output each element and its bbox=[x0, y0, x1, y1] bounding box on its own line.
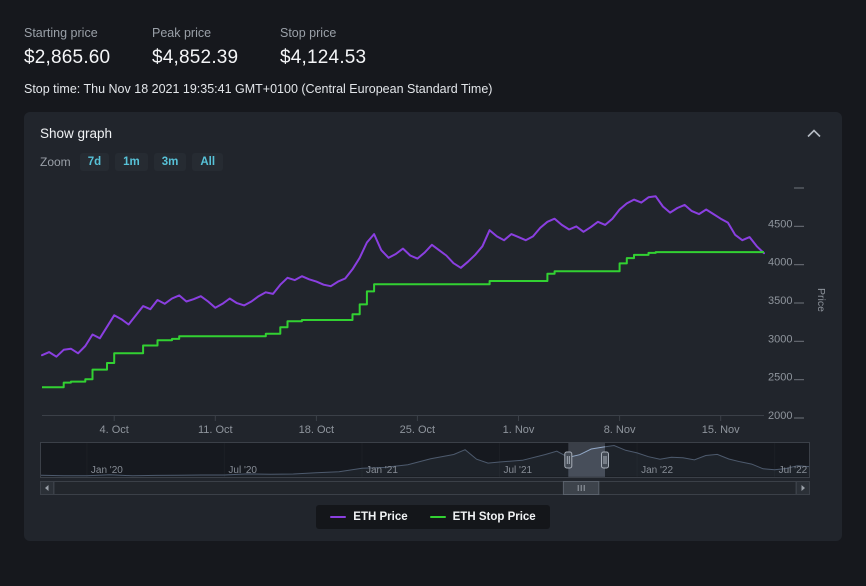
x-axis-label: 25. Oct bbox=[400, 424, 435, 436]
y-axis-label: 3000 bbox=[768, 333, 792, 345]
chart-legend: ETH Price ETH Stop Price bbox=[316, 505, 549, 529]
navigator-axis-label: Jul '22 bbox=[779, 465, 808, 476]
legend-swatch-eth-stop-price bbox=[430, 516, 446, 519]
legend-item-eth-stop-price[interactable]: ETH Stop Price bbox=[430, 511, 536, 523]
scrollbar-thumb[interactable] bbox=[563, 482, 598, 495]
zoom-label: Zoom bbox=[40, 155, 71, 169]
navigator-handle-left[interactable] bbox=[565, 452, 572, 468]
y-axis-label: 4000 bbox=[768, 257, 792, 269]
collapse-panel-button[interactable] bbox=[802, 127, 826, 140]
x-axis-label: 4. Oct bbox=[100, 424, 129, 436]
stop-time-text: Stop time: Thu Nov 18 2021 19:35:41 GMT+… bbox=[24, 82, 842, 96]
legend-row: ETH Price ETH Stop Price bbox=[40, 505, 826, 529]
stat-value: $4,124.53 bbox=[280, 47, 376, 69]
y-axis-label: 3500 bbox=[768, 295, 792, 307]
x-axis-label: 15. Nov bbox=[702, 424, 740, 436]
stat-starting-price: Starting price $2,865.60 bbox=[24, 26, 120, 69]
y-axis-label: 4500 bbox=[768, 218, 792, 230]
y-axis: 2000 2500 3000 3500 4000 4500 bbox=[768, 188, 804, 422]
main-chart: 2000 2500 3000 3500 4000 4500 Price 4. Oct 11. O… bbox=[40, 179, 826, 437]
x-axis-label: 11. Oct bbox=[198, 424, 233, 436]
legend-swatch-eth-price bbox=[330, 516, 346, 519]
range-selector: Zoom 7d 1m 3m All bbox=[40, 153, 826, 171]
scrollbar-right-arrow[interactable] bbox=[797, 482, 810, 495]
navigator-selection[interactable] bbox=[568, 443, 605, 477]
y-axis-title: Price bbox=[815, 288, 826, 312]
legend-item-eth-price[interactable]: ETH Price bbox=[330, 511, 407, 523]
stat-value: $2,865.60 bbox=[24, 47, 120, 69]
navigator[interactable]: Jan '20 Jul '20 Jan '21 Jul '21 Jan '22 Jul '… bbox=[40, 442, 810, 478]
chevron-up-icon bbox=[808, 131, 820, 137]
navigator-axis-label: Jul '20 bbox=[228, 465, 257, 476]
x-axis-label: 18. Oct bbox=[299, 424, 334, 436]
navigator-axis-label: Jan '21 bbox=[366, 465, 398, 476]
navigator-axis-label: Jan '22 bbox=[641, 465, 673, 476]
graph-panel: Show graph Zoom 7d 1m 3m All 2000 2500 300… bbox=[24, 112, 842, 541]
zoom-button-1m[interactable]: 1m bbox=[115, 153, 148, 171]
stat-label: Peak price bbox=[152, 26, 248, 40]
panel-title: Show graph bbox=[40, 126, 112, 141]
x-axis: 4. Oct 11. Oct 18. Oct 25. Oct 1. Nov 8. Nov 1… bbox=[42, 416, 764, 437]
stats-row: Starting price $2,865.60 Peak price $4,8… bbox=[24, 26, 842, 69]
scrollbar-left-arrow[interactable] bbox=[41, 482, 54, 495]
y-axis-label: 2500 bbox=[768, 372, 792, 384]
stat-peak-price: Peak price $4,852.39 bbox=[152, 26, 248, 69]
scrollbar[interactable] bbox=[40, 481, 810, 495]
stats-header: Starting price $2,865.60 Peak price $4,8… bbox=[0, 0, 866, 96]
x-axis-label: 1. Nov bbox=[503, 424, 535, 436]
x-axis-label: 8. Nov bbox=[604, 424, 636, 436]
legend-label: ETH Stop Price bbox=[453, 511, 536, 523]
stat-label: Starting price bbox=[24, 26, 120, 40]
stat-label: Stop price bbox=[280, 26, 376, 40]
legend-label: ETH Price bbox=[353, 511, 407, 523]
navigator-handle-right[interactable] bbox=[602, 452, 609, 468]
eth-stop-price-line bbox=[42, 252, 764, 387]
zoom-button-7d[interactable]: 7d bbox=[80, 153, 109, 171]
panel-header: Show graph bbox=[40, 126, 826, 141]
navigator-axis-label: Jul '21 bbox=[504, 465, 533, 476]
stat-value: $4,852.39 bbox=[152, 47, 248, 69]
navigator-axis-label: Jan '20 bbox=[91, 465, 123, 476]
stat-stop-price: Stop price $4,124.53 bbox=[280, 26, 376, 69]
zoom-button-all[interactable]: All bbox=[192, 153, 223, 171]
y-axis-label: 2000 bbox=[768, 410, 792, 422]
eth-price-line bbox=[42, 196, 764, 356]
zoom-button-3m[interactable]: 3m bbox=[154, 153, 187, 171]
scrollbar-track[interactable] bbox=[54, 482, 796, 495]
